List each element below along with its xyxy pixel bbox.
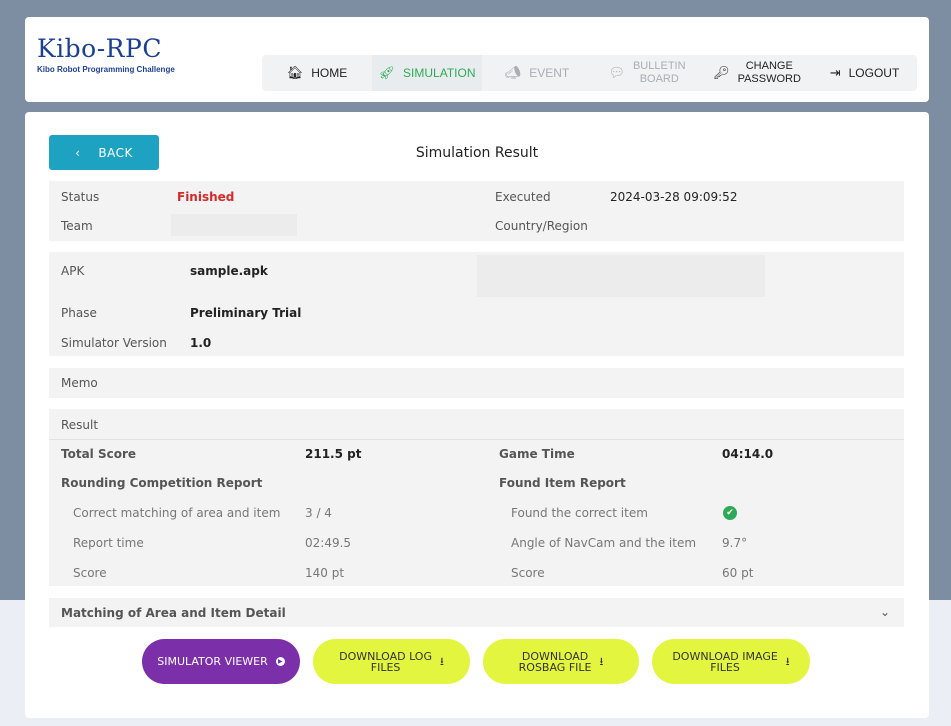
rocket-icon: 🚀︎ (378, 65, 396, 80)
nav-bulletin-label-2: BOARD (639, 73, 679, 85)
rounding-report-title: Rounding Competition Report (61, 476, 263, 490)
team-label: Team (61, 219, 93, 233)
nav-home[interactable]: 🏠︎ HOME (262, 55, 372, 91)
header: Kibo-RPC Kibo Robot Programming Challeng… (25, 17, 929, 102)
download-image-button[interactable]: DOWNLOAD IMAGE FILES ⭳ (652, 639, 810, 684)
logo-title: Kibo-RPC (37, 34, 162, 63)
simulator-viewer-button[interactable]: SIMULATOR VIEWER ▶ (142, 639, 300, 684)
rounding-row-label: Report time (73, 536, 144, 550)
nav-simulation-label: SIMULATION (403, 66, 476, 80)
found-row-value: 9.7° (722, 536, 748, 550)
status-label: Status (61, 190, 100, 204)
phase-label: Phase (61, 306, 97, 320)
game-time-value: 04:14.0 (722, 447, 774, 461)
country-label: Country/Region (495, 219, 588, 233)
executed-label: Executed (495, 190, 551, 204)
result-title: Result (61, 418, 99, 432)
key-icon: 🔑︎ (713, 65, 730, 80)
result-divider (49, 439, 904, 440)
download-log-label: DOWNLOAD LOG FILES (339, 651, 432, 673)
matching-detail-label: Matching of Area and Item Detail (61, 606, 286, 620)
main-nav: 🏠︎ HOME 🚀︎ SIMULATION 📣︎ EVENT 💬︎ BULLET… (262, 55, 917, 91)
download-rosbag-label-2: ROSBAG FILE (518, 660, 592, 674)
apk-label: APK (61, 264, 85, 278)
status-value: Finished (177, 190, 235, 204)
found-row-value: 60 pt (722, 566, 754, 580)
found-row-label: Angle of NavCam and the item (511, 536, 697, 550)
found-row-label: Score (511, 566, 545, 580)
simulator-version-value: 1.0 (190, 336, 212, 350)
download-icon: ⭳ (440, 655, 444, 668)
nav-logout[interactable]: ⇥ LOGOUT (812, 55, 917, 91)
game-time-label: Game Time (499, 447, 575, 461)
rounding-row-label: Score (73, 566, 107, 580)
nav-change-password[interactable]: 🔑︎ CHANGE PASSWORD (702, 55, 812, 91)
apk-value: sample.apk (190, 264, 268, 278)
result-card: ‹ BACK Simulation Result Status Finished… (25, 112, 929, 718)
simulator-viewer-label: SIMULATOR VIEWER (157, 655, 268, 668)
play-circle-icon: ▶ (275, 657, 285, 666)
apk-info-redacted (477, 255, 765, 297)
comments-icon: 💬︎ (608, 65, 625, 80)
home-icon: 🏠︎ (286, 65, 304, 80)
logo-subtitle: Kibo Robot Programming Challenge (37, 65, 175, 74)
total-score-label: Total Score (61, 447, 137, 461)
apk-panel: APK sample.apk Phase Preliminary Trial S… (49, 252, 904, 356)
rounding-row-value: 3 / 4 (305, 506, 332, 520)
result-panel: Result Total Score 211.5 pt Game Time 04… (49, 409, 904, 586)
phase-value: Preliminary Trial (190, 306, 302, 320)
download-icon: ⭳ (785, 655, 790, 668)
nav-event-label: EVENT (529, 66, 570, 80)
rounding-row-value: 02:49.5 (305, 536, 352, 550)
rounding-row-value: 140 pt (305, 566, 345, 580)
nav-change-label-1: CHANGE (745, 60, 793, 72)
page-title: Simulation Result (415, 145, 539, 161)
matching-detail-accordion[interactable]: Matching of Area and Item Detail ⌄ (49, 598, 904, 627)
memo-label: Memo (61, 376, 98, 390)
download-log-label-2: FILES (370, 660, 401, 674)
nav-bulletin-board[interactable]: 💬︎ BULLETIN BOARD (592, 55, 702, 91)
nav-logout-label: LOGOUT (848, 66, 900, 80)
found-report-title: Found Item Report (499, 476, 626, 490)
download-rosbag-label: DOWNLOAD ROSBAG FILE (519, 651, 592, 673)
rounding-row-label: Correct matching of area and item (73, 506, 281, 520)
memo-panel: Memo (49, 368, 904, 398)
team-value-redacted (171, 214, 297, 236)
nav-home-label: HOME (311, 66, 348, 80)
download-image-label: DOWNLOAD IMAGE FILES (672, 651, 777, 673)
check-circle-icon: ✔ (723, 506, 737, 520)
download-image-label-2: FILES (710, 660, 740, 674)
nav-change-label: CHANGE PASSWORD (738, 60, 801, 86)
nav-bulletin-label: BULLETIN BOARD (633, 60, 686, 86)
megaphone-icon: 📣︎ (504, 65, 522, 80)
download-icon: ⭳ (599, 655, 604, 668)
nav-change-label-2: PASSWORD (737, 73, 801, 85)
executed-value: 2024-03-28 09:09:52 (610, 190, 738, 204)
download-log-button[interactable]: DOWNLOAD LOG FILES ⭳ (313, 639, 470, 684)
total-score-value: 211.5 pt (305, 447, 362, 461)
nav-event[interactable]: 📣︎ EVENT (482, 55, 592, 91)
download-rosbag-button[interactable]: DOWNLOAD ROSBAG FILE ⭳ (483, 639, 639, 684)
nav-simulation[interactable]: 🚀︎ SIMULATION (372, 55, 482, 91)
simulator-version-label: Simulator Version (61, 336, 167, 350)
nav-bulletin-label-1: BULLETIN (632, 60, 686, 72)
logo[interactable]: Kibo-RPC Kibo Robot Programming Challeng… (37, 34, 175, 75)
info-panel: Status Finished Executed 2024-03-28 09:0… (49, 181, 904, 241)
logout-icon: ⇥ (829, 65, 841, 80)
chevron-down-icon[interactable]: ⌄ (880, 605, 890, 619)
found-row-label: Found the correct item (511, 506, 648, 520)
